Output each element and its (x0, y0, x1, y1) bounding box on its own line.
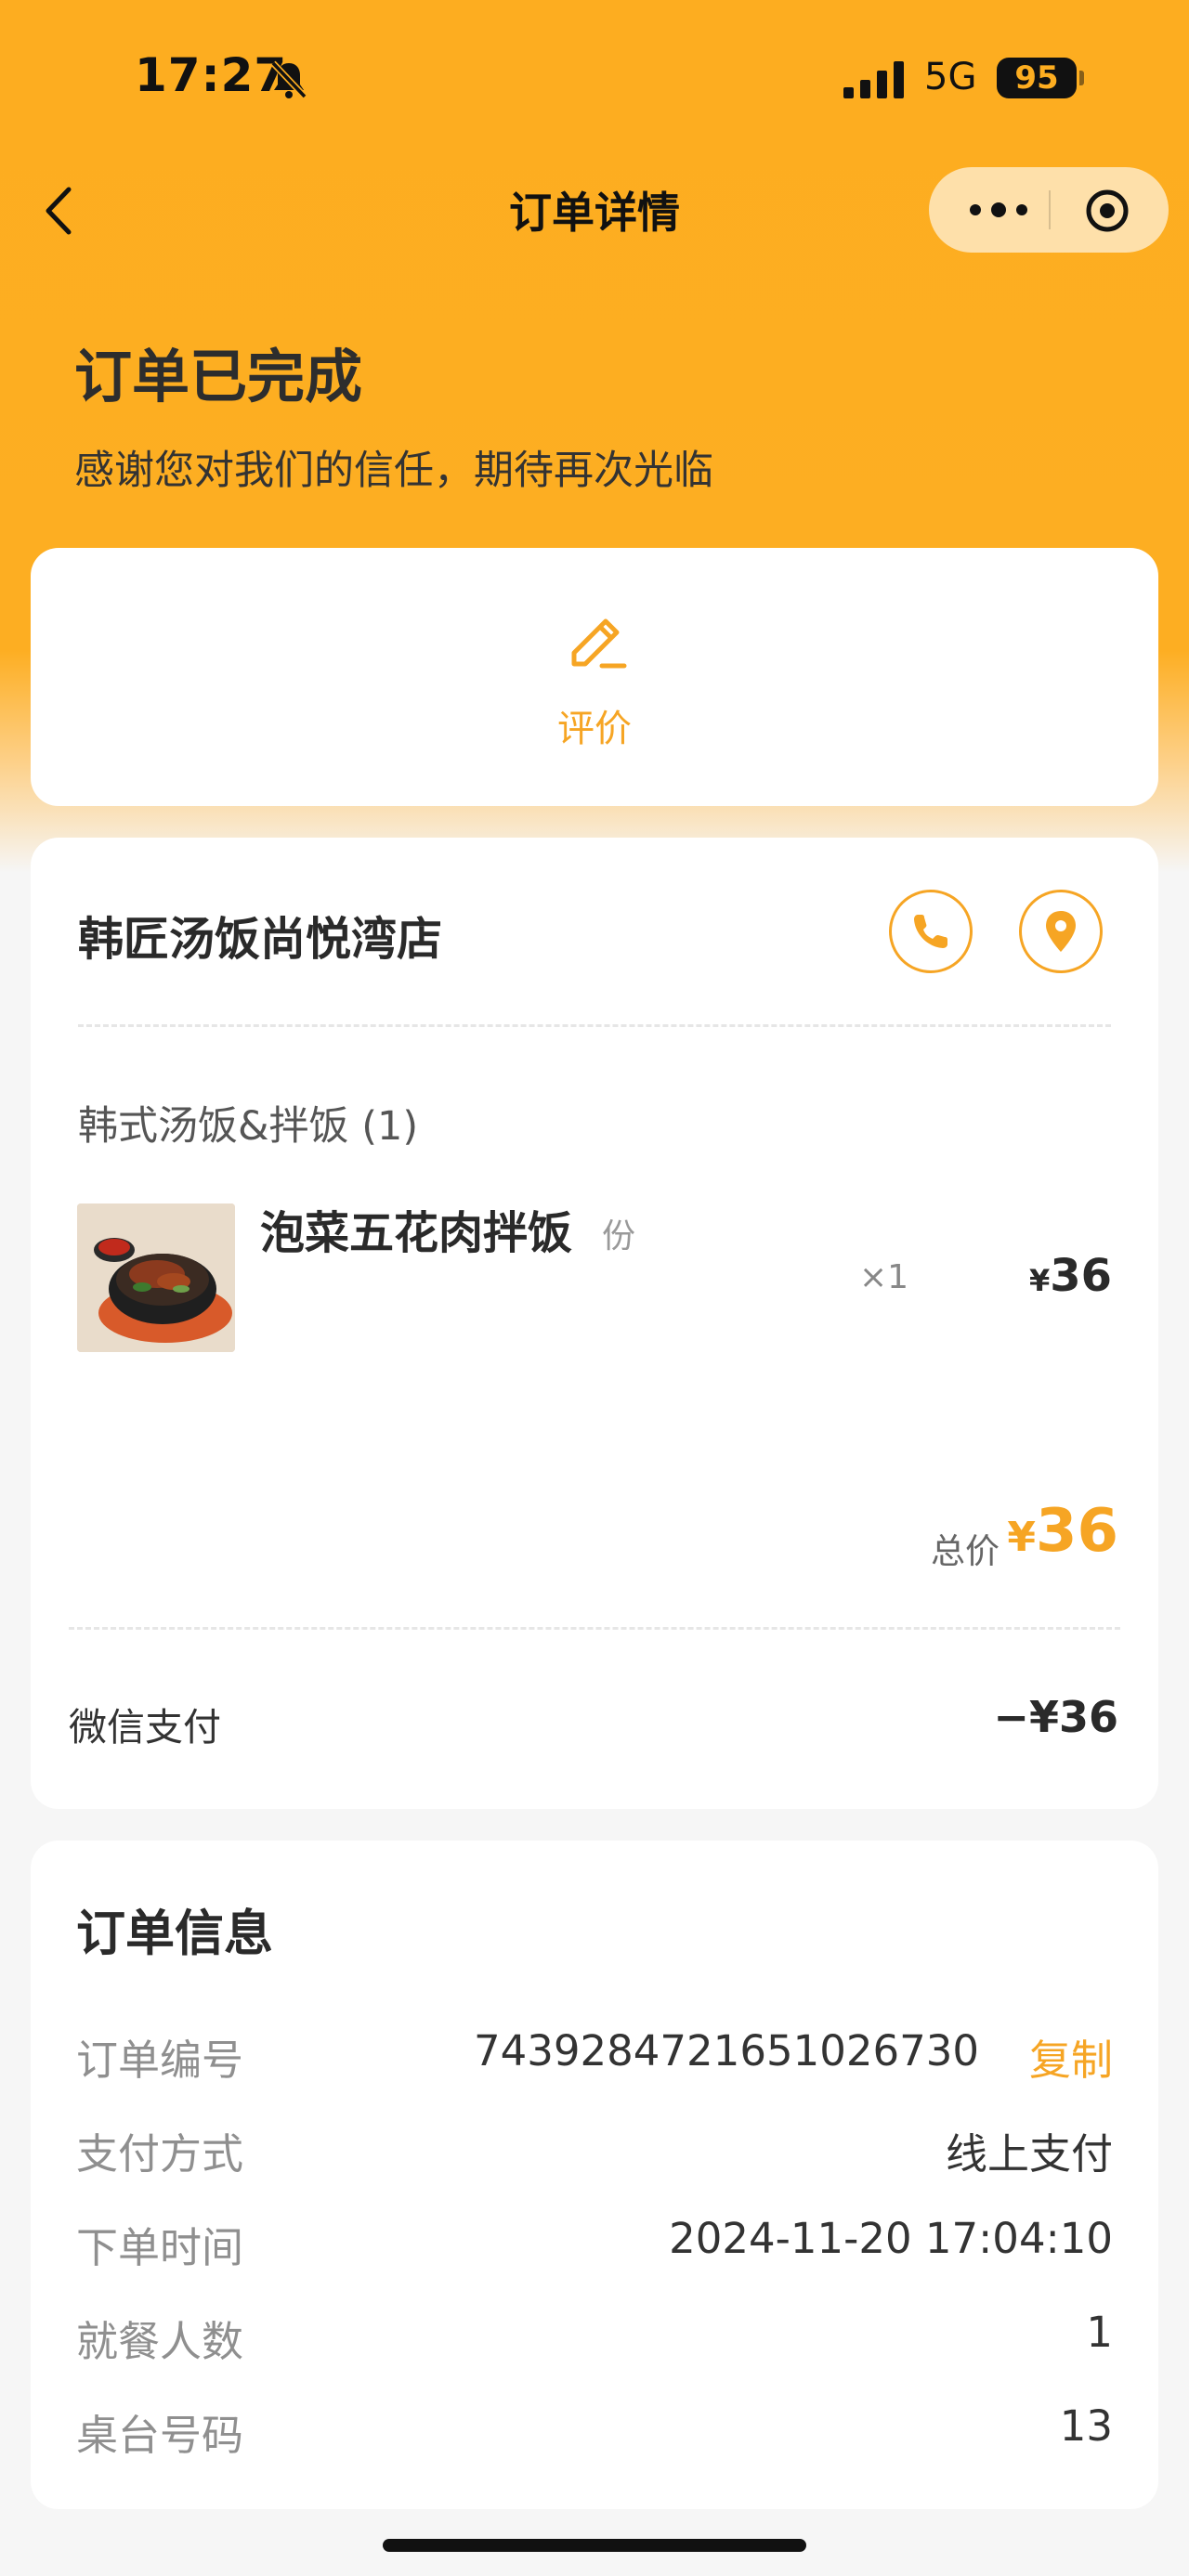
total-price: ¥36 (1007, 1497, 1118, 1566)
status-time: 17:27 (135, 48, 288, 102)
payment-amount: −¥36 (993, 1692, 1118, 1742)
diners-label: 就餐人数 (76, 2317, 244, 2366)
network-type: 5G (924, 56, 977, 98)
battery-tip (1079, 71, 1084, 85)
table-number-label: 桌台号码 (76, 2411, 244, 2460)
capsule-divider (1049, 190, 1051, 229)
order-info-title: 订单信息 (76, 1906, 273, 1962)
order-time-value: 2024-11-20 17:04:10 (669, 2214, 1113, 2263)
diners-value: 1 (1086, 2308, 1113, 2357)
home-indicator (383, 2539, 806, 2552)
divider (69, 1627, 1120, 1630)
edit-pen-icon[interactable] (561, 608, 632, 679)
dish-quantity: ×1 (859, 1258, 909, 1296)
order-status-heading: 订单已完成 (74, 343, 363, 410)
dish-unit: 份 (602, 1217, 636, 1255)
table-number-value: 13 (1059, 2401, 1113, 2451)
order-status-subtitle: 感谢您对我们的信任，期待再次光临 (74, 448, 713, 494)
dish-price: ¥36 (1029, 1250, 1112, 1302)
rate-button-label[interactable]: 评价 (0, 698, 1189, 752)
payment-type-label: 支付方式 (76, 2129, 244, 2179)
order-number-value: 7439284721651026730 (474, 2026, 979, 2075)
dish-price-value: 36 (1050, 1250, 1112, 1302)
bell-muted-icon (270, 60, 307, 99)
total-price-value: 36 (1035, 1497, 1118, 1566)
location-pin-icon (1046, 911, 1076, 952)
payment-type-value: 线上支付 (945, 2129, 1113, 2179)
signal-icon (843, 61, 904, 98)
close-target-icon[interactable] (1085, 189, 1130, 233)
currency-symbol: ¥ (1028, 1263, 1051, 1298)
dish-name: 泡菜五花肉拌饭 (260, 1207, 573, 1259)
battery-level: 95 (997, 58, 1077, 98)
more-dots-icon[interactable] (957, 186, 1040, 234)
order-number-label: 订单编号 (76, 2036, 244, 2085)
call-store-button[interactable] (889, 890, 973, 973)
order-time-label: 下单时间 (76, 2223, 244, 2272)
phone-icon (914, 915, 947, 948)
store-name[interactable]: 韩匠汤饭尚悦湾店 (78, 903, 442, 969)
copy-order-number-button[interactable]: 复制 (1029, 2026, 1113, 2087)
currency-symbol: ¥ (1007, 1514, 1036, 1561)
payment-method: 微信支付 (69, 1705, 221, 1750)
dish-image (77, 1203, 235, 1352)
divider (78, 1024, 1111, 1027)
total-label: 总价 (931, 1531, 1000, 1571)
store-location-button[interactable] (1019, 890, 1103, 973)
dish-category: 韩式汤饭&拌饭 (1) (78, 1103, 419, 1150)
